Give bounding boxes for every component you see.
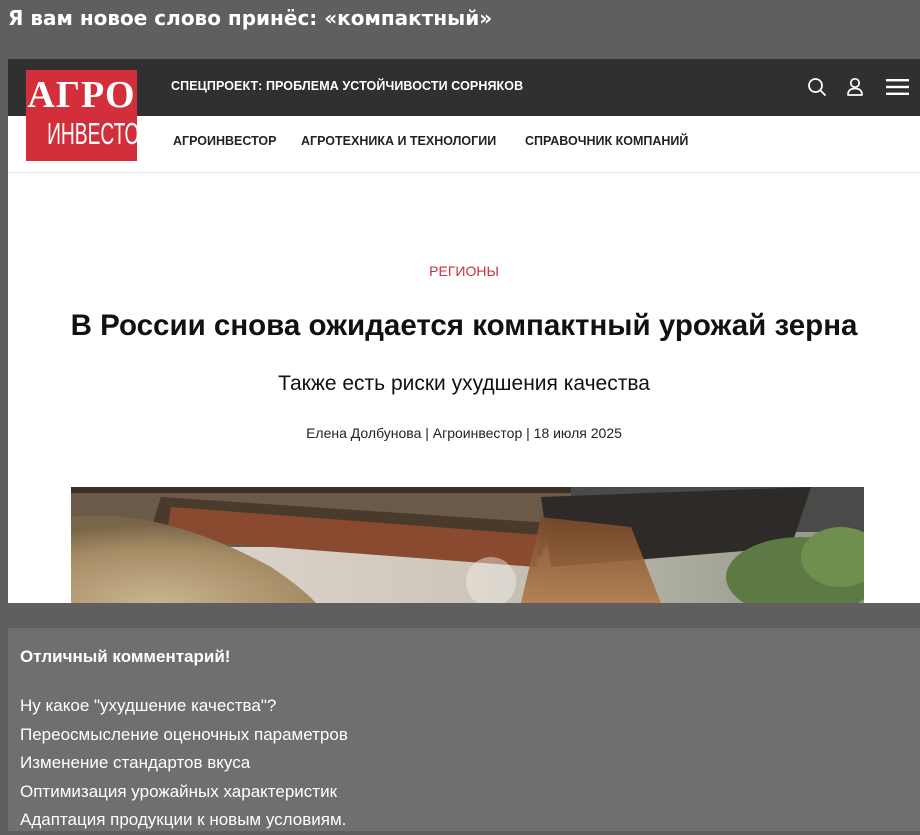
user-icon[interactable] xyxy=(841,73,869,101)
logo-line-2: ИНВЕСТОР xyxy=(47,116,137,151)
comment-box: Отличный комментарий! Ну какое "ухудшени… xyxy=(8,628,920,831)
comment-line: Переосмысление оценочных параметров xyxy=(20,724,348,744)
site-logo[interactable]: АГРО ИНВЕСТОР xyxy=(26,70,137,161)
comment-line: Оптимизация урожайных характеристик xyxy=(20,781,338,801)
article-screenshot: СПЕЦПРОЕКТ: ПРОБЛЕМА УСТОЙЧИВОСТИ СОРНЯК… xyxy=(8,59,920,603)
comment-title: Отличный комментарий! xyxy=(20,647,231,666)
site-topbar: СПЕЦПРОЕКТ: ПРОБЛЕМА УСТОЙЧИВОСТИ СОРНЯК… xyxy=(8,59,920,116)
comment-line: Ну какое "ухудшение качества"? xyxy=(20,696,277,715)
article-headline: В России снова ожидается компактный урож… xyxy=(70,309,858,342)
special-project-link[interactable]: СПЕЦПРОЕКТ: ПРОБЛЕМА УСТОЙЧИВОСТИ СОРНЯК… xyxy=(171,79,523,93)
search-icon[interactable] xyxy=(803,73,831,101)
article-byline: Елена Долбунова | Агроинвестор | 18 июля… xyxy=(306,425,622,441)
menu-icon[interactable] xyxy=(884,73,912,101)
article-photo xyxy=(71,487,864,603)
comment-line: Адаптация продукции к новым условиям. xyxy=(20,810,347,829)
logo-line-1: АГРО xyxy=(27,74,136,116)
site-nav: АГРОИНВЕСТОР АГРОТЕХНИКА И ТЕХНОЛОГИИ СП… xyxy=(8,116,920,173)
nav-item-agrotechnika[interactable]: АГРОТЕХНИКА И ТЕХНОЛОГИИ xyxy=(301,134,496,148)
nav-item-agroinvestor[interactable]: АГРОИНВЕСТОР xyxy=(173,134,277,148)
article-subheadline: Также есть риски ухудшения качества xyxy=(278,372,650,395)
nav-item-companies[interactable]: СПРАВОЧНИК КОМПАНИЙ xyxy=(525,134,688,148)
post-title: Я вам новое слово принёс: «компактный» xyxy=(8,6,493,30)
comment-lines: Ну какое "ухудшение качества"? Переосмыс… xyxy=(20,692,348,835)
article-category[interactable]: РЕГИОНЫ xyxy=(8,263,920,279)
comment-line: Изменение стандартов вкуса xyxy=(20,753,251,772)
